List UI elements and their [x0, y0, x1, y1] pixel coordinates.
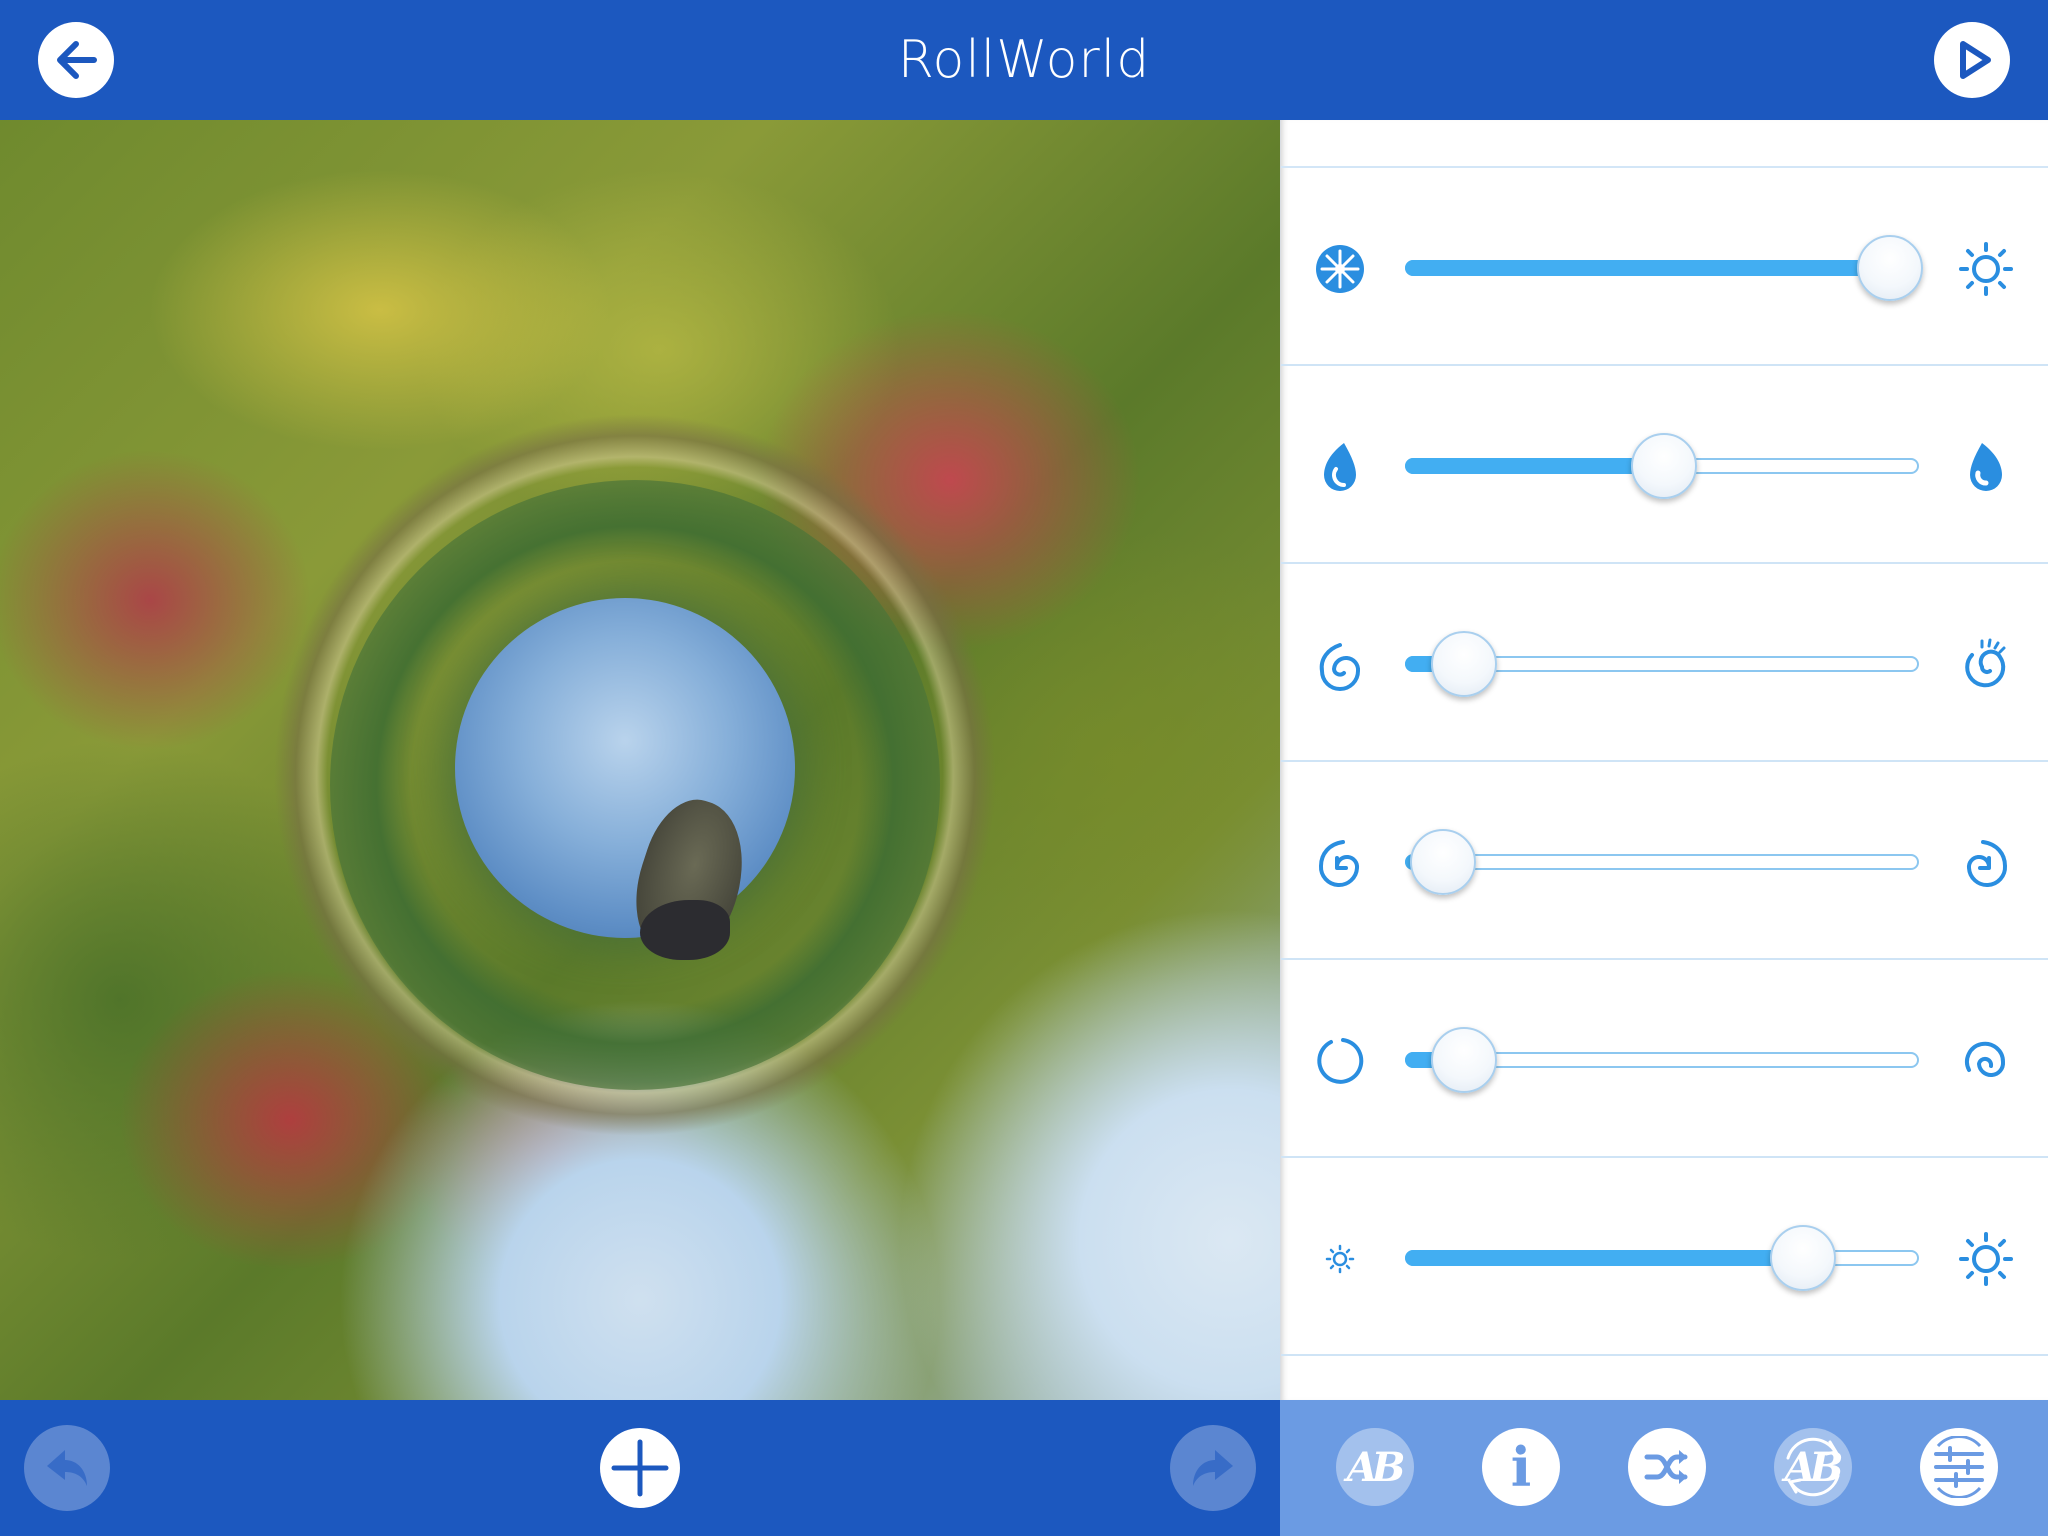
spiral-icon	[1955, 1030, 2017, 1092]
slider-fill	[1405, 260, 1888, 276]
undo-icon	[47, 1450, 87, 1486]
app-title: RollWorld	[897, 30, 1151, 90]
play-icon	[1960, 41, 1991, 79]
rotation-slider[interactable]	[1405, 829, 1919, 895]
slider-thumb[interactable]	[1857, 235, 1923, 301]
play-button[interactable]	[1934, 22, 2010, 98]
slider-row-rotation	[1281, 762, 2048, 960]
shuffle-icon	[1644, 1450, 1688, 1484]
circle-icon	[1309, 1030, 1371, 1092]
slider-row-brightness	[1281, 1158, 2048, 1356]
slider-thumb[interactable]	[1410, 829, 1476, 895]
slider-thumb[interactable]	[1431, 631, 1497, 697]
tiny-planet-photo[interactable]	[0, 120, 1280, 1400]
slider-row-speed	[1281, 564, 2048, 762]
row-divider	[1281, 1354, 2048, 1356]
zoom-slider[interactable]	[1405, 235, 1923, 301]
back-button[interactable]	[38, 22, 114, 98]
brightness-slider[interactable]	[1405, 1225, 1919, 1291]
undo-button[interactable]	[24, 1425, 110, 1511]
info-button[interactable]: i	[1482, 1428, 1560, 1506]
starburst-small-icon	[1309, 238, 1371, 300]
header-bar: RollWorld	[0, 0, 2048, 120]
redo-icon	[1193, 1450, 1233, 1486]
photo-swan	[640, 900, 730, 960]
tint-slider[interactable]	[1405, 433, 1919, 499]
adjustment-panel	[1280, 120, 2048, 1400]
redo-button[interactable]	[1170, 1425, 1256, 1511]
slider-thumb[interactable]	[1431, 1027, 1497, 1093]
sun-small-icon	[1309, 1228, 1371, 1290]
spiral-fast-icon	[1955, 634, 2017, 696]
speed-slider[interactable]	[1405, 631, 1919, 697]
ab-compare-label: AB	[1346, 1443, 1406, 1491]
rotate-left-icon	[1309, 832, 1371, 894]
slider-thumb[interactable]	[1770, 1225, 1836, 1291]
sun-large-icon	[1955, 1228, 2017, 1290]
reset-arrows-icon	[1786, 1437, 1840, 1497]
spiral-slow-icon	[1309, 634, 1371, 696]
compare-ab-button[interactable]: AB	[1336, 1428, 1414, 1506]
twirl-slider[interactable]	[1405, 1027, 1919, 1093]
bottom-toolbar-tools: AB i AB	[1280, 1400, 2048, 1536]
drop-right-icon	[1955, 436, 2017, 498]
add-photo-button[interactable]	[600, 1428, 680, 1508]
bottom-toolbar-edit	[0, 1400, 1280, 1536]
drop-left-icon	[1309, 436, 1371, 498]
slider-fill	[1405, 1250, 1801, 1266]
slider-fill	[1405, 458, 1662, 474]
plus-icon	[611, 1439, 669, 1497]
shuffle-button[interactable]	[1628, 1428, 1706, 1506]
photo-sky-center	[455, 598, 795, 938]
slider-row-twirl	[1281, 960, 2048, 1158]
reset-ab-button[interactable]: AB	[1774, 1428, 1852, 1506]
rotate-right-icon	[1955, 832, 2017, 894]
info-icon: i	[1510, 1435, 1532, 1499]
slider-thumb[interactable]	[1631, 433, 1697, 499]
sliders-icon	[1934, 1436, 1984, 1498]
slider-row-zoom	[1281, 168, 2048, 366]
arrow-left-icon	[57, 41, 97, 79]
settings-button[interactable]	[1920, 1428, 1998, 1506]
slider-row-tint	[1281, 366, 2048, 564]
sun-rays-icon	[1955, 238, 2017, 300]
